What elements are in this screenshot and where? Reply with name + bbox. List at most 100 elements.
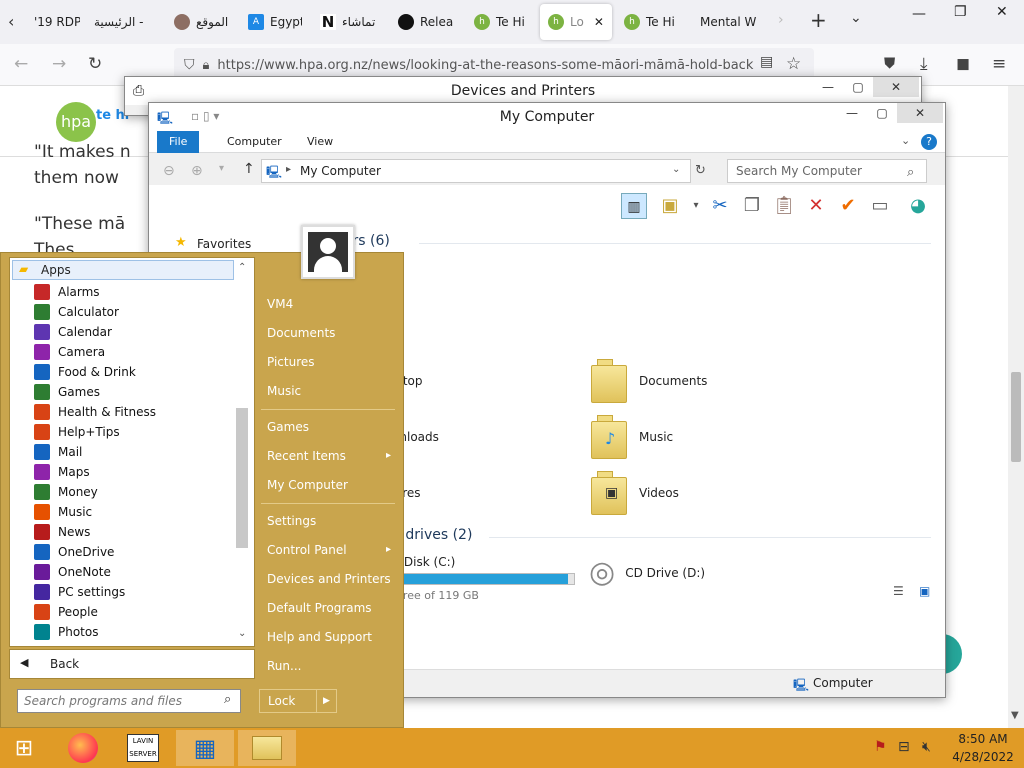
scroll-down-icon[interactable]: ▼ bbox=[1011, 710, 1019, 721]
network-icon[interactable]: ⊟ bbox=[898, 739, 910, 755]
start-link[interactable]: VM4 bbox=[263, 291, 397, 317]
network-icon[interactable]: ◕ bbox=[905, 193, 931, 219]
folder-videos[interactable]: ▣ Videos bbox=[591, 471, 679, 515]
start-link[interactable]: Games bbox=[263, 414, 397, 440]
tab-te-hiringa-2[interactable]: h Te Hi bbox=[616, 4, 686, 40]
start-link[interactable]: Pictures bbox=[263, 349, 397, 375]
taskbar-explorer[interactable] bbox=[238, 730, 296, 766]
pocket-icon[interactable]: ⛊ bbox=[884, 54, 895, 72]
start-link[interactable]: Music bbox=[263, 378, 397, 404]
app-item[interactable]: Calendar bbox=[34, 322, 112, 342]
app-item[interactable]: Calculator bbox=[34, 302, 119, 322]
tab-arabic-site[interactable]: الموقع bbox=[166, 4, 238, 40]
tab-rdp[interactable]: '19 RDP bbox=[26, 4, 80, 40]
taskbar-control-panel[interactable]: ▦ bbox=[176, 730, 234, 766]
start-link[interactable]: Default Programs bbox=[263, 595, 397, 621]
start-link[interactable]: My Computer bbox=[263, 472, 397, 498]
tab-scroll-left-icon[interactable]: ‹ bbox=[8, 12, 14, 31]
start-link[interactable]: Control Panel ▸ bbox=[263, 537, 397, 563]
forward-icon[interactable]: → bbox=[52, 54, 66, 74]
maximize-button[interactable]: ▢ bbox=[843, 77, 873, 97]
folder-music[interactable]: ♪ Music bbox=[591, 415, 673, 459]
forward-icon[interactable]: ⊕ bbox=[191, 163, 203, 179]
user-avatar[interactable] bbox=[301, 225, 355, 279]
properties-icon[interactable]: ▣ bbox=[657, 193, 683, 219]
close-button[interactable]: ✕ bbox=[873, 77, 919, 97]
search-icon[interactable]: ⌕ bbox=[224, 692, 231, 707]
help-icon[interactable]: ? bbox=[921, 134, 937, 150]
tab-mental-wellbeing[interactable]: Mental W bbox=[692, 4, 778, 40]
close-window-button[interactable]: ✕ bbox=[996, 4, 1008, 20]
action-center-flag-icon[interactable]: ⚑ bbox=[874, 739, 887, 755]
start-link[interactable]: Devices and Printers bbox=[263, 566, 397, 592]
breadcrumb-chevron-icon[interactable]: ▸ bbox=[286, 164, 291, 175]
paste-icon[interactable]: 📋︎ bbox=[771, 193, 797, 219]
apps-header[interactable]: ▰ Apps bbox=[12, 260, 234, 280]
folder-documents[interactable]: Documents bbox=[591, 359, 707, 403]
tab-active[interactable]: h Lo ✕ bbox=[540, 4, 612, 40]
start-link[interactable]: Documents bbox=[263, 320, 397, 346]
tab-tamasha[interactable]: N تماشاء bbox=[312, 4, 386, 40]
start-link[interactable]: Settings bbox=[263, 508, 397, 534]
app-item[interactable]: Mail bbox=[34, 442, 82, 462]
large-icons-view-icon[interactable]: ▣ bbox=[919, 584, 930, 598]
hpa-logo[interactable]: hpa bbox=[56, 102, 96, 142]
preview-pane-icon[interactable]: ▥ bbox=[621, 193, 647, 219]
start-search-input[interactable]: Search programs and files ⌕ bbox=[17, 689, 241, 713]
search-icon[interactable]: ⌕ bbox=[907, 165, 914, 180]
refresh-icon[interactable]: ↻ bbox=[695, 163, 706, 178]
list-tabs-icon[interactable]: ⌄ bbox=[850, 10, 862, 26]
scroll-up-icon[interactable]: ⌃ bbox=[238, 262, 246, 273]
app-item[interactable]: Camera bbox=[34, 342, 105, 362]
start-link[interactable]: Run... bbox=[263, 653, 397, 679]
app-item[interactable]: PC settings bbox=[34, 582, 125, 602]
taskbar-lavin[interactable]: LAVIN SERVER bbox=[114, 730, 172, 766]
app-item[interactable]: Health & Fitness bbox=[34, 402, 156, 422]
cut-icon[interactable]: ✂ bbox=[707, 193, 733, 219]
back-icon[interactable]: ⊖ bbox=[163, 163, 175, 179]
drive-d[interactable]: ◎ CD Drive (D:) bbox=[589, 555, 705, 590]
scroll-down-icon[interactable]: ⌄ bbox=[238, 628, 246, 639]
volume-muted-icon[interactable]: 🔇︎ bbox=[922, 739, 931, 755]
breadcrumb[interactable]: My Computer bbox=[300, 164, 381, 178]
app-item[interactable]: Help+Tips bbox=[34, 422, 120, 442]
new-tab-icon[interactable]: + bbox=[810, 8, 827, 32]
app-item[interactable]: Games bbox=[34, 382, 100, 402]
tab-egypt[interactable]: A Egypt bbox=[240, 4, 302, 40]
app-item[interactable]: OneDrive bbox=[34, 542, 114, 562]
minimize-button[interactable]: — bbox=[837, 103, 867, 123]
lock-icon[interactable]: 🔒︎ bbox=[203, 58, 210, 73]
back-button[interactable]: ◀ Back bbox=[9, 649, 255, 679]
scrollbar-thumb[interactable] bbox=[1011, 372, 1021, 462]
properties-dropdown-icon[interactable]: ▾ bbox=[683, 193, 709, 219]
search-input[interactable]: Search My Computer bbox=[727, 159, 927, 183]
quick-access-toolbar[interactable]: ▫ ▯ ▾ bbox=[191, 109, 219, 123]
lock-button[interactable]: Lock ▶ bbox=[259, 689, 337, 713]
lock-options-icon[interactable]: ▶ bbox=[316, 690, 336, 712]
start-button[interactable]: ⊞ bbox=[0, 730, 48, 766]
taskbar-firefox[interactable] bbox=[54, 730, 112, 766]
app-item[interactable]: News bbox=[34, 522, 90, 542]
app-item[interactable]: OneNote bbox=[34, 562, 111, 582]
address-dropdown-icon[interactable]: ⌄ bbox=[672, 164, 680, 175]
menu-icon[interactable]: ≡ bbox=[992, 54, 1006, 74]
tab-computer[interactable]: Computer bbox=[215, 131, 294, 153]
app-item[interactable]: Photos bbox=[34, 622, 98, 642]
clock-time[interactable]: 8:50 AM bbox=[950, 732, 1016, 746]
app-item[interactable]: Music bbox=[34, 502, 92, 522]
maximize-button[interactable]: ▢ bbox=[867, 103, 897, 123]
minimize-button[interactable]: — bbox=[813, 77, 843, 97]
tab-view[interactable]: View bbox=[295, 131, 345, 153]
scrollbar-thumb[interactable] bbox=[236, 408, 248, 548]
app-item[interactable]: Alarms bbox=[34, 282, 100, 302]
page-scrollbar[interactable]: ▼ bbox=[1008, 86, 1024, 728]
minimize-button[interactable]: — bbox=[912, 6, 926, 22]
tracking-protection-icon[interactable]: ⛉ bbox=[184, 57, 195, 73]
start-link[interactable]: Help and Support bbox=[263, 624, 397, 650]
app-item[interactable]: Money bbox=[34, 482, 98, 502]
nav-favorites[interactable]: Favorites bbox=[197, 237, 251, 251]
back-icon[interactable]: ← bbox=[14, 54, 28, 74]
url-text[interactable]: https://www.hpa.org.nz/news/looking-at-t… bbox=[217, 58, 753, 73]
details-view-icon[interactable]: ☰ bbox=[893, 584, 904, 598]
address-bar[interactable]: 🖳︎ ▸ My Computer ⌄ bbox=[261, 159, 691, 183]
